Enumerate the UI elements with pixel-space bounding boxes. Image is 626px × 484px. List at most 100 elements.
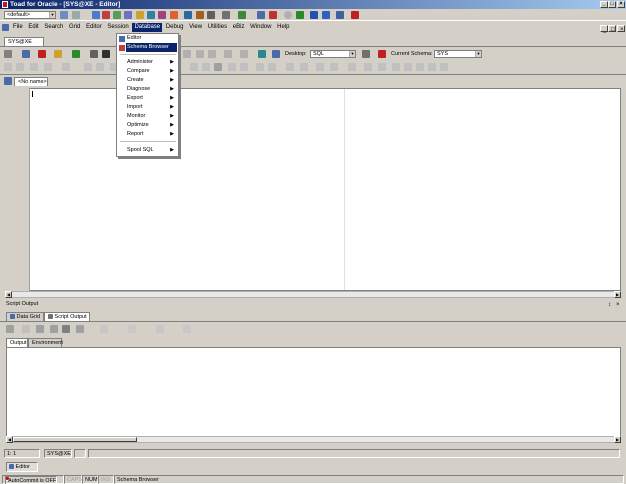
connection-combo[interactable]: <default> ▼: [4, 11, 56, 19]
compile-dependents-icon[interactable]: [378, 63, 386, 71]
query-builder-icon[interactable]: [184, 11, 192, 19]
menu-database[interactable]: Database: [132, 23, 163, 32]
comment-icon[interactable]: [84, 63, 92, 71]
save-all-icon[interactable]: [90, 50, 98, 58]
stop-icon[interactable]: [351, 11, 359, 19]
current-schema-combo[interactable]: SYS ▼: [434, 50, 482, 58]
copy-icon[interactable]: [196, 50, 204, 58]
database-menu-editor[interactable]: Editor: [127, 34, 177, 43]
mdi-close-button[interactable]: ×: [617, 25, 625, 33]
scroll-left-icon[interactable]: ◀: [6, 436, 13, 443]
last-icon[interactable]: [183, 325, 191, 333]
first-icon[interactable]: [100, 325, 108, 333]
desktop-combo[interactable]: SQL ▼: [310, 50, 356, 58]
disconnect-icon[interactable]: [72, 11, 80, 19]
database-menu-administer[interactable]: Administer ▶: [127, 58, 177, 67]
menu-search[interactable]: Search: [42, 23, 65, 32]
execute-icon[interactable]: [72, 50, 80, 58]
menu-file[interactable]: File: [11, 23, 25, 32]
menu-edit[interactable]: Edit: [26, 23, 40, 32]
menu-help[interactable]: Help: [275, 23, 291, 32]
case-lower-icon[interactable]: [240, 63, 248, 71]
macro-record-icon[interactable]: [316, 63, 324, 71]
project-manager-icon[interactable]: [207, 11, 215, 19]
save-output-icon[interactable]: [36, 325, 44, 333]
paste-icon[interactable]: [208, 50, 216, 58]
menu-session[interactable]: Session: [105, 23, 130, 32]
save-icon[interactable]: [22, 50, 30, 58]
export-icon[interactable]: [428, 63, 436, 71]
format-icon[interactable]: [4, 63, 12, 71]
database-menu-create[interactable]: Create ▶: [127, 76, 177, 85]
output-text-area[interactable]: [6, 347, 621, 443]
options-output-icon[interactable]: [76, 325, 84, 333]
rebuild-icon[interactable]: [269, 11, 277, 19]
sql-editor[interactable]: [8, 88, 621, 291]
compile-icon[interactable]: [364, 63, 372, 71]
maximize-button[interactable]: □: [608, 1, 616, 8]
open-folder-icon[interactable]: [54, 50, 62, 58]
minimize-button[interactable]: _: [600, 1, 608, 8]
sql-tracker-icon[interactable]: [136, 11, 144, 19]
delete-icon[interactable]: [38, 50, 46, 58]
describe-select-icon[interactable]: [404, 63, 412, 71]
import-icon[interactable]: [440, 63, 448, 71]
connection-tab[interactable]: SYS@XE: [4, 37, 44, 46]
toad-logo-icon[interactable]: [296, 11, 304, 19]
forward-arrow-icon[interactable]: [240, 50, 248, 58]
stop-output-icon[interactable]: [62, 325, 70, 333]
prev-icon[interactable]: [128, 325, 136, 333]
database-menu-compare[interactable]: Compare ▶: [127, 67, 177, 76]
uncomment-icon[interactable]: [96, 63, 104, 71]
subtab-output[interactable]: Output: [6, 338, 28, 347]
refresh-icon[interactable]: [272, 50, 280, 58]
forward-icon[interactable]: [336, 11, 344, 19]
new-icon[interactable]: [4, 50, 12, 58]
database-menu-report[interactable]: Report ▶: [127, 130, 177, 139]
database-menu-schema-browser[interactable]: Schema Browser: [126, 43, 177, 52]
new-connection-icon[interactable]: [60, 11, 68, 19]
database-menu-optimize[interactable]: Optimize ▶: [127, 121, 177, 130]
sql-modeler-icon[interactable]: [113, 11, 121, 19]
menu-window[interactable]: Window: [248, 23, 273, 32]
bookmark-icon[interactable]: [258, 50, 266, 58]
gear-icon[interactable]: [284, 11, 292, 19]
user-icon[interactable]: [310, 11, 318, 19]
autocommit-status[interactable]: AutoCommit is OFF: [2, 475, 64, 484]
mdi-restore-button[interactable]: □: [608, 25, 616, 33]
scroll-right-icon[interactable]: ▶: [614, 291, 621, 298]
taskbar-editor-button[interactable]: Editor: [6, 462, 38, 472]
sga-trace-icon[interactable]: [158, 11, 166, 19]
master-detail-icon[interactable]: [196, 11, 204, 19]
subtab-environment[interactable]: Environment: [28, 338, 63, 347]
menu-editor[interactable]: Editor: [84, 23, 104, 32]
compare-icon[interactable]: [257, 11, 265, 19]
database-menu-diagnose[interactable]: Diagnose ▶: [127, 85, 177, 94]
describe-icon[interactable]: [392, 63, 400, 71]
database-menu-import[interactable]: Import ▶: [127, 103, 177, 112]
clear-icon[interactable]: [6, 325, 14, 333]
schema-browser-icon[interactable]: [102, 11, 110, 19]
run-script-icon[interactable]: [16, 63, 24, 71]
grid-icon[interactable]: [416, 63, 424, 71]
bookmark-toggle-icon[interactable]: [256, 63, 264, 71]
close-panel-icon[interactable]: ×: [616, 301, 620, 309]
stop-execution-icon[interactable]: [378, 50, 386, 58]
tab-data-grid[interactable]: Data Grid: [6, 312, 44, 321]
print-output-icon[interactable]: [22, 325, 30, 333]
step-icon[interactable]: [30, 63, 38, 71]
copy-output-icon[interactable]: [50, 325, 58, 333]
replace-icon[interactable]: [202, 63, 210, 71]
undo-icon[interactable]: [286, 63, 294, 71]
clipboard-icon[interactable]: [214, 63, 222, 71]
editor-horizontal-scrollbar[interactable]: ◀ ▶: [5, 291, 621, 298]
user-group-icon[interactable]: [322, 11, 330, 19]
pin-icon[interactable]: ↕: [608, 301, 611, 309]
bookmark-next-icon[interactable]: [268, 63, 276, 71]
session-browser-icon[interactable]: [124, 11, 132, 19]
close-window-button[interactable]: ×: [617, 1, 625, 8]
code-xpert-icon[interactable]: [238, 11, 246, 19]
database-menu-spool-sql[interactable]: Spool SQL ▶: [127, 146, 177, 155]
database-menu-export[interactable]: Export ▶: [127, 94, 177, 103]
scroll-thumb[interactable]: [13, 437, 137, 442]
